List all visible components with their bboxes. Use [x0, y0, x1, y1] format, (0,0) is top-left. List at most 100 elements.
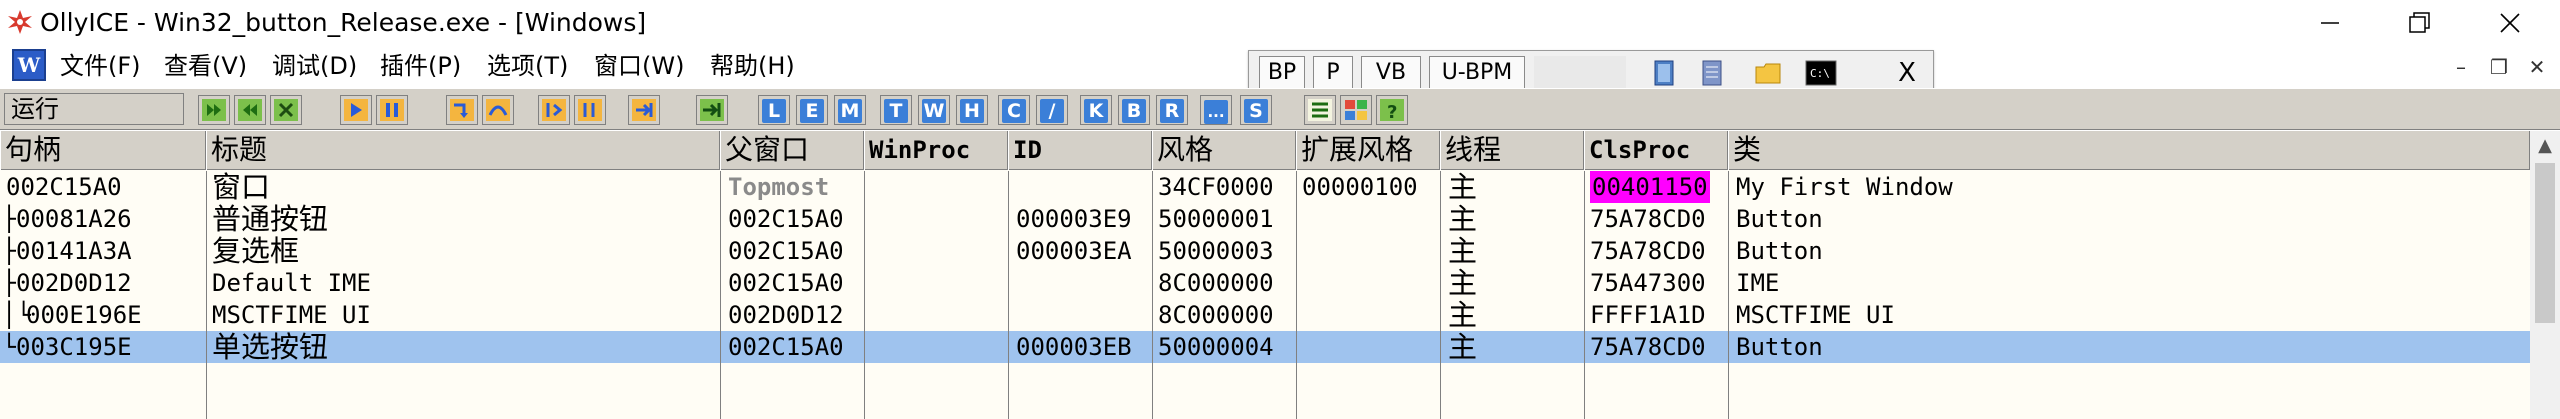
column-header-class[interactable]: 类 [1728, 131, 2530, 170]
cell-id: 000003EA [1016, 237, 1132, 265]
menu-view[interactable]: 查看(V) [164, 50, 247, 82]
column-header-title[interactable]: 标题 [206, 131, 720, 170]
scroll-thumb[interactable] [2535, 163, 2555, 323]
column-header-thread[interactable]: 线程 [1440, 131, 1584, 170]
table-row[interactable]: ├ 00081A26 普通按钮 002C15A0 000003E9 50000001 主 75… [0, 203, 2530, 235]
tree-connector: ├ [2, 205, 17, 233]
column-header-style[interactable]: 风格 [1152, 131, 1296, 170]
scroll-up-arrow-icon[interactable]: ▲ [2530, 131, 2560, 161]
u-bpm-button[interactable]: U-BPM [1429, 56, 1525, 90]
cell-style: 50000001 [1158, 205, 1274, 233]
references-letter: R [1160, 99, 1184, 123]
patches-window-button[interactable]: / [1036, 95, 1068, 125]
references-window-button[interactable]: R [1156, 95, 1188, 125]
color-grid-icon[interactable] [1340, 95, 1372, 125]
table-row[interactable]: ├ 00141A3A 复选框 002C15A0 000003EA 50000003 主 75A… [0, 235, 2530, 267]
cell-title: MSCTFIME UI [212, 301, 371, 329]
open-file-icon[interactable] [198, 95, 230, 125]
column-header-clsproc[interactable]: ClsProc [1584, 131, 1728, 170]
menu-help[interactable]: 帮助(H) [710, 50, 795, 82]
restart-icon[interactable] [234, 95, 266, 125]
help-icon[interactable]: ? [1376, 95, 1408, 125]
trace-into-icon[interactable] [538, 95, 570, 125]
folder-icon[interactable] [1753, 58, 1783, 88]
column-header-exstyle[interactable]: 扩展风格 [1296, 131, 1440, 170]
column-divider [206, 171, 207, 419]
column-divider [720, 171, 721, 419]
column-divider [864, 171, 865, 419]
call-stack-letter: K [1084, 99, 1108, 123]
threads-window-button[interactable]: T [880, 95, 912, 125]
step-into-icon[interactable] [446, 95, 478, 125]
maximize-button[interactable] [2390, 0, 2450, 46]
cell-class: Button [1736, 205, 1823, 233]
table-row[interactable]: 002C15A0 窗口 Topmost 34CF0000 00000100 主 004011… [0, 171, 2530, 203]
windows-letter: W [922, 99, 946, 123]
column-header-winproc[interactable]: WinProc [864, 131, 1008, 170]
vertical-scrollbar[interactable]: ▲ [2530, 131, 2560, 419]
cell-handle: 000E196E [26, 301, 142, 329]
table-row[interactable]: ├ 002D0D12 Default IME 002C15A0 8C000000 主 75A… [0, 267, 2530, 299]
notebook-icon[interactable] [1649, 58, 1679, 88]
close-program-icon[interactable] [270, 95, 302, 125]
cell-handle: 003C195E [16, 333, 132, 361]
minimize-button[interactable] [2300, 0, 2360, 46]
cell-thread: 主 [1448, 331, 1478, 363]
step-over-icon[interactable] [482, 95, 514, 125]
memory-letter: M [838, 99, 862, 123]
cell-thread: 主 [1448, 299, 1478, 331]
toolbar: 运行 L E M T W H C / K B R ... S ? [0, 88, 2560, 130]
handles-window-button[interactable]: H [956, 95, 988, 125]
cell-thread: 主 [1448, 171, 1478, 203]
cell-clsproc: 75A78CD0 [1590, 205, 1706, 233]
close-button[interactable] [2480, 0, 2540, 46]
column-header-parent[interactable]: 父窗口 [720, 131, 864, 170]
menu-plugins[interactable]: 插件(P) [380, 50, 461, 82]
log-letter: L [762, 99, 786, 123]
handles-letter: H [960, 99, 984, 123]
cell-style: 8C000000 [1158, 301, 1274, 329]
menu-debug[interactable]: 调试(D) [272, 50, 357, 82]
column-divider [1296, 171, 1297, 419]
list-view-icon[interactable] [1304, 95, 1336, 125]
pause-icon[interactable] [376, 95, 408, 125]
mdi-minimize-button[interactable]: – [2446, 52, 2476, 82]
call-stack-window-button[interactable]: K [1080, 95, 1112, 125]
bp-button[interactable]: BP [1259, 56, 1305, 90]
p-button[interactable]: P [1313, 56, 1353, 90]
windows-window-button[interactable]: W [918, 95, 950, 125]
cpu-window-button[interactable]: C [998, 95, 1030, 125]
cell-parent: 002D0D12 [728, 301, 844, 329]
mdi-close-button[interactable]: ✕ [2522, 52, 2552, 82]
trace-over-icon[interactable] [574, 95, 606, 125]
cell-style: 8C000000 [1158, 269, 1274, 297]
log-window-button[interactable]: L [758, 95, 790, 125]
modules-window-button[interactable]: E [796, 95, 828, 125]
cell-id: 000003E9 [1016, 205, 1132, 233]
menu-window[interactable]: 窗口(W) [594, 50, 684, 82]
table-row[interactable]: └ 003C195E 单选按钮 002C15A0 000003EB 50000004 主 75… [0, 331, 2530, 363]
mdi-window-icon[interactable]: W [12, 49, 46, 81]
cell-title: 窗口 [212, 171, 271, 203]
menu-file[interactable]: 文件(F) [60, 50, 141, 82]
table-row[interactable]: │└ 000E196E MSCTFIME UI 002D0D12 8C000000 主 FF… [0, 299, 2530, 331]
cell-id: 000003EB [1016, 333, 1132, 361]
goto-address-icon[interactable] [696, 95, 728, 125]
mdi-restore-button[interactable]: ❐ [2484, 52, 2514, 82]
console-icon[interactable]: C:\ [1805, 58, 1837, 88]
breakpoints-window-button[interactable]: B [1118, 95, 1150, 125]
vb-button[interactable]: VB [1361, 56, 1421, 90]
run-icon[interactable] [340, 95, 372, 125]
column-header-handle[interactable]: 句柄 [0, 131, 206, 170]
list-document-icon[interactable] [1697, 58, 1727, 88]
column-header-id[interactable]: ID [1008, 131, 1152, 170]
bp-panel-close-button[interactable]: X [1889, 55, 1925, 91]
column-divider [1008, 171, 1009, 419]
source-window-button[interactable]: S [1240, 95, 1272, 125]
cell-title: 普通按钮 [212, 203, 329, 235]
run-trace-window-button[interactable]: ... [1200, 95, 1232, 125]
memory-window-button[interactable]: M [834, 95, 866, 125]
execute-till-return-icon[interactable] [628, 95, 660, 125]
svg-text:C:\: C:\ [1810, 67, 1830, 80]
menu-options[interactable]: 选项(T) [487, 50, 568, 82]
